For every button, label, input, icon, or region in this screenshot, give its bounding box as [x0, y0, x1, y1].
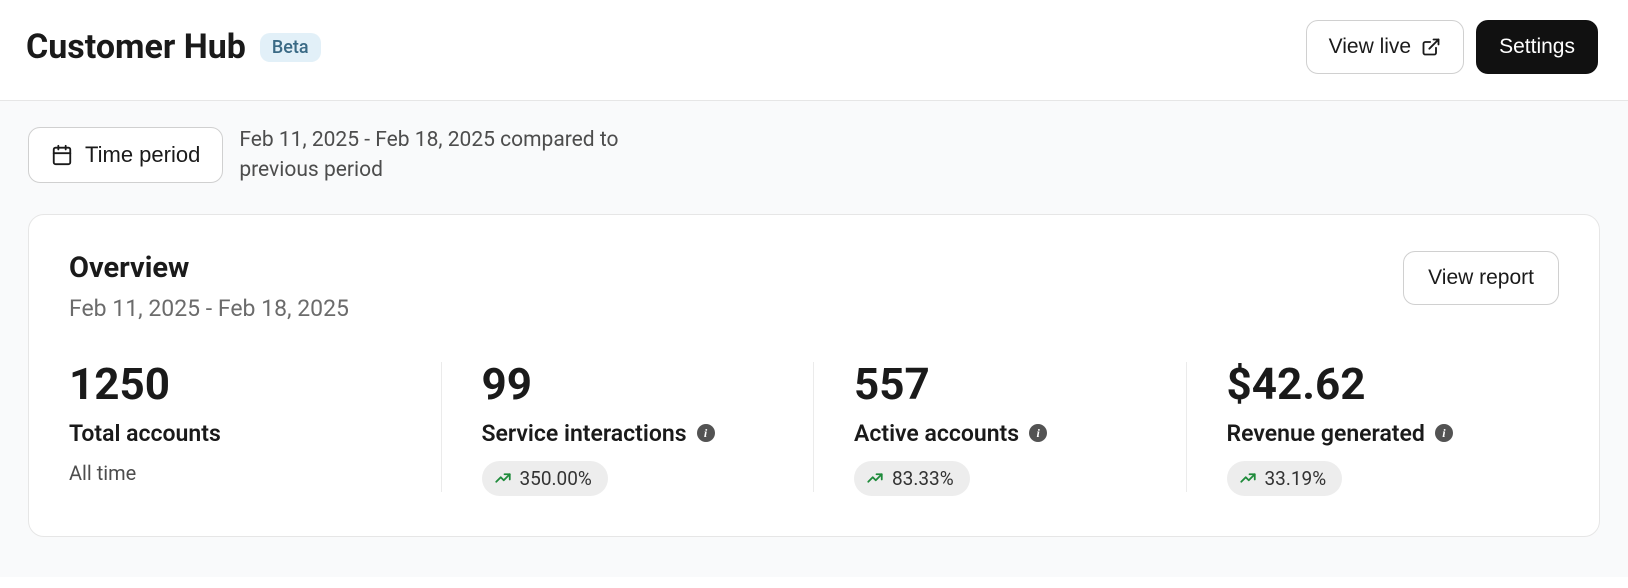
card-date-range: Feb 11, 2025 - Feb 18, 2025: [69, 295, 349, 322]
metric-trend-wrap: 33.19%: [1227, 461, 1530, 496]
header-actions: View live Settings: [1306, 20, 1598, 74]
metric-value: $42.62: [1227, 358, 1530, 410]
view-report-button[interactable]: View report: [1403, 251, 1559, 305]
info-icon[interactable]: i: [697, 424, 715, 442]
settings-label: Settings: [1499, 35, 1575, 59]
trend-value: 83.33%: [892, 467, 954, 490]
page-header: Customer Hub Beta View live Settings: [0, 0, 1628, 101]
info-icon[interactable]: i: [1435, 424, 1453, 442]
metric-label-row: Active accounts i: [854, 420, 1157, 447]
view-live-label: View live: [1329, 35, 1411, 59]
card-title: Overview: [69, 251, 349, 285]
metric-total-accounts: 1250 Total accounts All time: [69, 358, 442, 496]
header-left: Customer Hub Beta: [26, 27, 321, 67]
settings-button[interactable]: Settings: [1476, 20, 1598, 74]
card-header: Overview Feb 11, 2025 - Feb 18, 2025 Vie…: [69, 251, 1559, 322]
beta-badge: Beta: [260, 33, 321, 62]
metric-value: 1250: [69, 358, 412, 410]
metric-trend-wrap: 350.00%: [482, 461, 785, 496]
trend-up-icon: [494, 469, 512, 487]
metric-revenue-generated: $42.62 Revenue generated i 33.19%: [1187, 358, 1560, 496]
overview-card: Overview Feb 11, 2025 - Feb 18, 2025 Vie…: [28, 214, 1600, 537]
trend-up-icon: [866, 469, 884, 487]
trend-value: 33.19%: [1265, 467, 1327, 490]
content-area: Time period Feb 11, 2025 - Feb 18, 2025 …: [0, 101, 1628, 577]
metric-label: Total accounts: [69, 420, 221, 447]
card-header-text: Overview Feb 11, 2025 - Feb 18, 2025: [69, 251, 349, 322]
trend-badge: 350.00%: [482, 461, 608, 496]
external-link-icon: [1421, 37, 1441, 57]
comparison-text: Feb 11, 2025 - Feb 18, 2025 compared to …: [239, 125, 669, 186]
metric-label-row: Total accounts: [69, 420, 412, 447]
metric-label: Service interactions: [482, 420, 687, 447]
trend-value: 350.00%: [520, 467, 592, 490]
page-title: Customer Hub: [26, 27, 246, 67]
view-report-label: View report: [1428, 266, 1534, 289]
trend-up-icon: [1239, 469, 1257, 487]
metric-label: Revenue generated: [1227, 420, 1425, 447]
metric-label: Active accounts: [854, 420, 1019, 447]
trend-badge: 83.33%: [854, 461, 970, 496]
info-icon[interactable]: i: [1029, 424, 1047, 442]
metrics-grid: 1250 Total accounts All time 99 Service …: [69, 358, 1559, 496]
metric-trend-wrap: 83.33%: [854, 461, 1157, 496]
view-live-button[interactable]: View live: [1306, 20, 1464, 74]
trend-badge: 33.19%: [1227, 461, 1343, 496]
metric-active-accounts: 557 Active accounts i 83.33%: [814, 358, 1187, 496]
metric-subtext: All time: [69, 461, 412, 485]
metric-value: 99: [482, 358, 785, 410]
metric-value: 557: [854, 358, 1157, 410]
time-period-label: Time period: [85, 142, 200, 168]
filter-row: Time period Feb 11, 2025 - Feb 18, 2025 …: [28, 125, 1600, 186]
metric-service-interactions: 99 Service interactions i 350.00%: [442, 358, 815, 496]
time-period-button[interactable]: Time period: [28, 127, 223, 183]
metric-label-row: Service interactions i: [482, 420, 785, 447]
calendar-icon: [51, 144, 73, 166]
metric-label-row: Revenue generated i: [1227, 420, 1530, 447]
